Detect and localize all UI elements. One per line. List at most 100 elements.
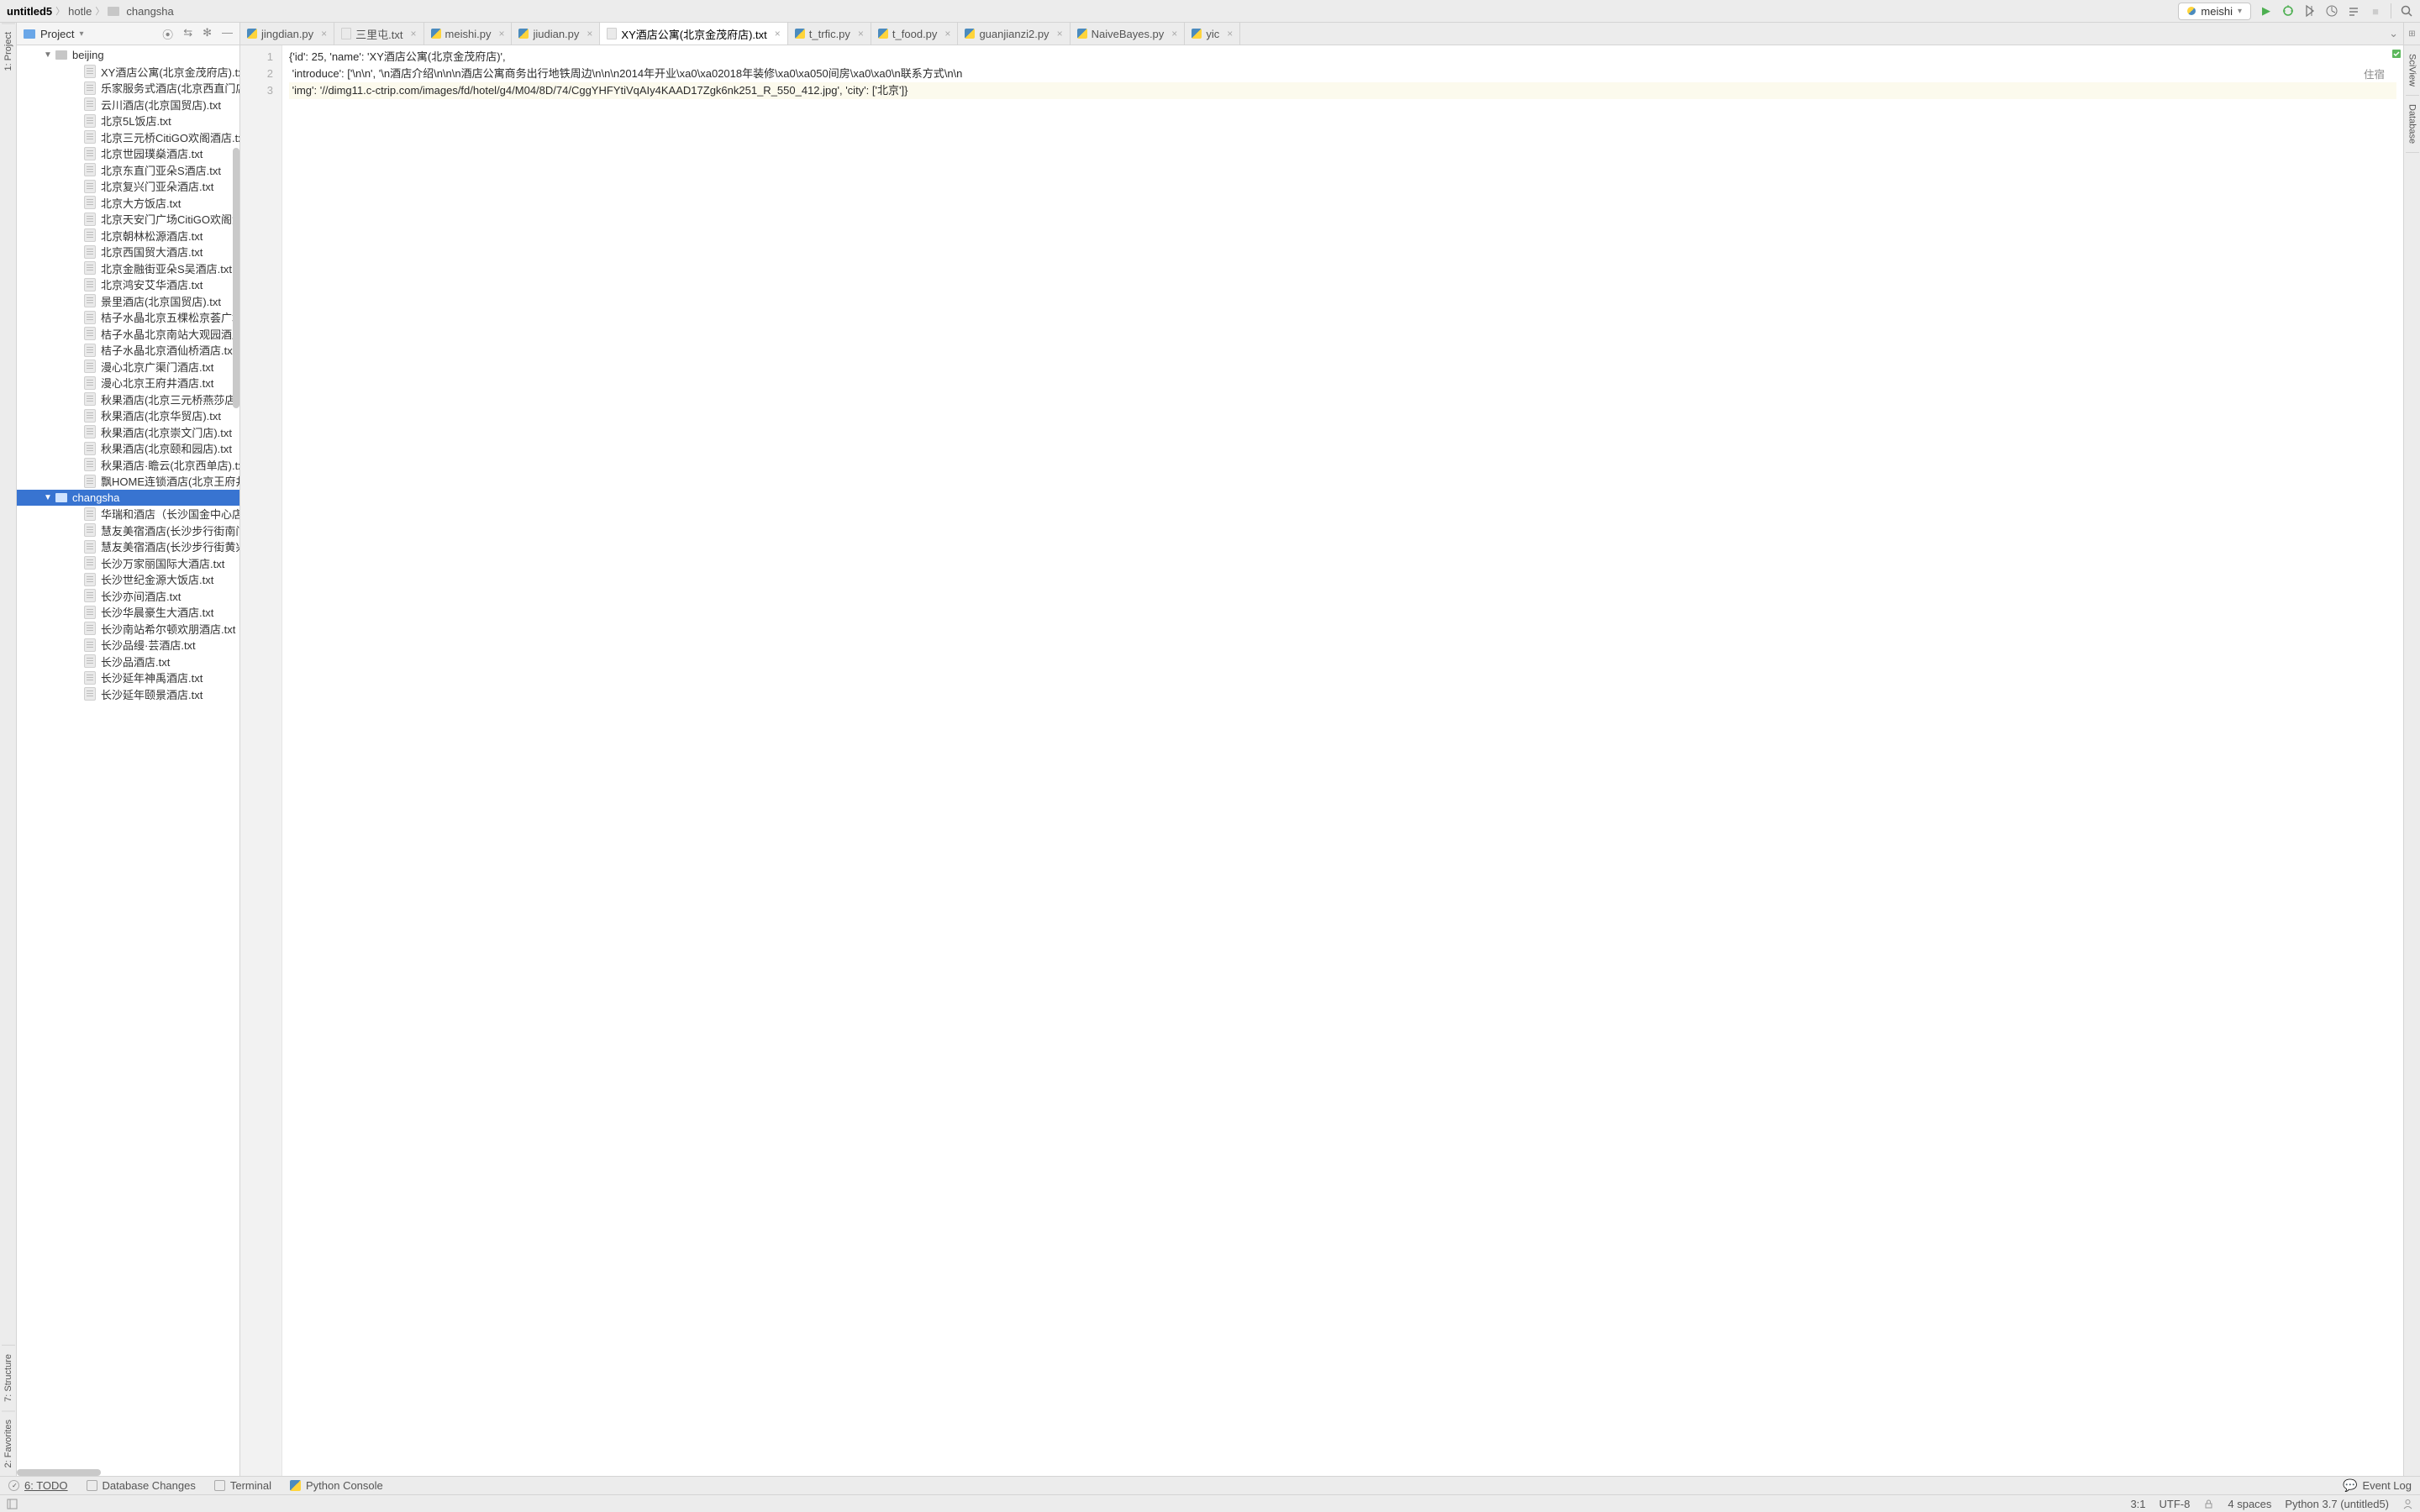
- editor-tab[interactable]: jingdian.py×: [240, 23, 334, 45]
- tree-file[interactable]: XY酒店公寓(北京金茂府店).txt: [17, 64, 239, 81]
- lock-icon[interactable]: [2203, 1499, 2214, 1509]
- tree-file[interactable]: 桔子水晶北京五棵松京荟广场酒店.txt: [17, 309, 239, 326]
- tree-file[interactable]: 北京鸿安艾华酒店.txt: [17, 276, 239, 293]
- breadcrumb-item[interactable]: changsha: [126, 5, 173, 18]
- editor-tab[interactable]: XY酒店公寓(北京金茂府店).txt×: [600, 23, 787, 45]
- close-icon[interactable]: ×: [498, 28, 504, 39]
- tree-file[interactable]: 长沙万家丽国际大酒店.txt: [17, 555, 239, 572]
- tree-folder-changsha[interactable]: ▼changsha: [17, 490, 239, 507]
- terminal-tool-button[interactable]: Terminal: [214, 1479, 271, 1492]
- tree-file[interactable]: 北京大方饭店.txt: [17, 195, 239, 212]
- python-interpreter[interactable]: Python 3.7 (untitled5): [2285, 1498, 2389, 1510]
- close-icon[interactable]: ×: [1227, 28, 1233, 39]
- tabs-overflow[interactable]: ⌄: [2384, 23, 2403, 45]
- tree-file[interactable]: 北京世园璞燊酒店.txt: [17, 145, 239, 162]
- tree-file[interactable]: 漫心北京广渠门酒店.txt: [17, 359, 239, 375]
- tree-file[interactable]: 长沙品酒店.txt: [17, 654, 239, 670]
- editor-tab[interactable]: jiudian.py×: [512, 23, 600, 45]
- favorites-tool-button[interactable]: 2: Favorites: [2, 1410, 15, 1476]
- editor-tab[interactable]: t_trfic.py×: [788, 23, 871, 45]
- tree-file[interactable]: 北京复兴门亚朵酒店.txt: [17, 178, 239, 195]
- database-tool-button[interactable]: Database: [2406, 96, 2419, 153]
- tree-file[interactable]: 长沙延年颐景酒店.txt: [17, 686, 239, 703]
- tree-file[interactable]: 秋果酒店(北京三元桥燕莎店).txt: [17, 391, 239, 408]
- close-icon[interactable]: ×: [775, 28, 781, 39]
- editor-tab[interactable]: NaiveBayes.py×: [1071, 23, 1186, 45]
- tree-file[interactable]: 秋果酒店(北京颐和园店).txt: [17, 440, 239, 457]
- code-area[interactable]: {'id': 25, 'name': 'XY酒店公寓(北京金茂府店)', 'in…: [282, 45, 2403, 1476]
- editor-tab[interactable]: yic×: [1185, 23, 1240, 45]
- profile-icon[interactable]: [2325, 4, 2338, 18]
- grid-icon[interactable]: ⊞: [2408, 29, 2415, 39]
- tree-file[interactable]: 北京东直门亚朵S酒店.txt: [17, 162, 239, 179]
- file-encoding[interactable]: UTF-8: [2160, 1498, 2191, 1510]
- editor-tab[interactable]: meishi.py×: [424, 23, 513, 45]
- tree-file[interactable]: 长沙品缦·芸酒店.txt: [17, 637, 239, 654]
- tree-file[interactable]: 桔子水晶北京南站大观园酒店.txt: [17, 326, 239, 343]
- tree-file[interactable]: 北京金融街亚朵S吴酒店.txt: [17, 260, 239, 277]
- db-changes-tool-button[interactable]: Database Changes: [87, 1479, 196, 1492]
- scrollbar-thumb[interactable]: [233, 148, 239, 408]
- breadcrumb-item[interactable]: hotle: [68, 5, 92, 18]
- gear-icon[interactable]: ✻: [203, 26, 212, 42]
- horizontal-scrollbar-thumb[interactable]: [17, 1469, 101, 1476]
- run-configuration-select[interactable]: meishi ▾: [2178, 3, 2251, 20]
- tree-file[interactable]: 桔子水晶北京酒仙桥酒店.txt: [17, 342, 239, 359]
- close-icon[interactable]: ×: [411, 28, 417, 39]
- tree-file[interactable]: 慧友美宿酒店(长沙步行街黄兴广场店).txt: [17, 538, 239, 555]
- tree-file[interactable]: 乐家服务式酒店(北京西直门店).txt: [17, 80, 239, 97]
- close-icon[interactable]: ×: [944, 28, 950, 39]
- tree-file[interactable]: 秋果酒店(北京崇文门店).txt: [17, 424, 239, 441]
- debug-icon[interactable]: [2281, 4, 2295, 18]
- run-icon[interactable]: ▶: [2260, 4, 2273, 18]
- tree-file[interactable]: 慧友美宿酒店(长沙步行街南门口地铁站店).txt: [17, 522, 239, 539]
- search-icon[interactable]: [2400, 4, 2413, 18]
- tree-file[interactable]: 长沙延年神禹酒店.txt: [17, 669, 239, 686]
- project-tool-button[interactable]: 1: Project: [2, 23, 15, 79]
- inspection-indicator-icon[interactable]: [2391, 49, 2402, 59]
- tree-file[interactable]: 飘HOME连锁酒店(北京王府井步行街店).txt: [17, 473, 239, 490]
- close-icon[interactable]: ×: [587, 28, 592, 39]
- close-icon[interactable]: ×: [858, 28, 864, 39]
- tree-file[interactable]: 秋果酒店(北京华贸店).txt: [17, 407, 239, 424]
- sciview-tool-button[interactable]: SciView: [2406, 45, 2419, 96]
- hide-icon[interactable]: —: [222, 26, 233, 42]
- tree-folder-beijing[interactable]: ▼beijing: [17, 47, 239, 64]
- tree-file[interactable]: 漫心北京王府井酒店.txt: [17, 375, 239, 391]
- tree-file[interactable]: 北京5L饭店.txt: [17, 113, 239, 129]
- tree-file[interactable]: 北京朝林松源酒店.txt: [17, 228, 239, 244]
- event-log-tool-button[interactable]: 💬 Event Log: [2343, 1478, 2412, 1493]
- tree-file[interactable]: 秋果酒店·瞻云(北京西单店).txt: [17, 457, 239, 474]
- tree-file[interactable]: 北京天安门广场CitiGO欢阁酒店.txt: [17, 211, 239, 228]
- chevron-down-icon[interactable]: ▾: [79, 29, 83, 39]
- structure-tool-button[interactable]: 7: Structure: [2, 1345, 15, 1410]
- tree-file[interactable]: 北京三元桥CitiGO欢阁酒店.txt: [17, 129, 239, 146]
- caret-position[interactable]: 3:1: [2130, 1498, 2145, 1510]
- hector-icon[interactable]: [2402, 1499, 2413, 1509]
- collapse-icon[interactable]: ⇆: [183, 26, 192, 42]
- locate-icon[interactable]: ⦿: [162, 26, 173, 42]
- close-icon[interactable]: ×: [321, 28, 327, 39]
- tree-file[interactable]: 北京西国贸大酒店.txt: [17, 244, 239, 260]
- editor-tab[interactable]: 三里屯.txt×: [334, 23, 424, 45]
- close-icon[interactable]: ×: [1057, 28, 1063, 39]
- python-console-tool-button[interactable]: Python Console: [290, 1479, 383, 1492]
- tree-file[interactable]: 长沙南站希尔顿欢朋酒店.txt: [17, 621, 239, 638]
- editor[interactable]: 123 {'id': 25, 'name': 'XY酒店公寓(北京金茂府店)',…: [240, 45, 2403, 1476]
- tree-file[interactable]: 云川酒店(北京国贸店).txt: [17, 97, 239, 113]
- tree-file[interactable]: 长沙华晨豪生大酒店.txt: [17, 604, 239, 621]
- tree-file[interactable]: 华瑞和酒店（长沙国金中心店）.txt: [17, 506, 239, 522]
- tree-file[interactable]: 长沙亦间酒店.txt: [17, 588, 239, 605]
- indent-settings[interactable]: 4 spaces: [2228, 1498, 2271, 1510]
- tree-file[interactable]: 景里酒店(北京国贸店).txt: [17, 293, 239, 310]
- tool-windows-icon[interactable]: [7, 1499, 18, 1509]
- run-coverage-icon[interactable]: [2303, 4, 2317, 18]
- breadcrumb-root[interactable]: untitled5: [7, 5, 52, 18]
- project-tree[interactable]: ▼beijingXY酒店公寓(北京金茂府店).txt乐家服务式酒店(北京西直门店…: [17, 45, 239, 1476]
- editor-tab[interactable]: t_food.py×: [871, 23, 959, 45]
- todo-tool-button[interactable]: ✓ 6: TODO: [8, 1479, 68, 1492]
- attach-icon[interactable]: [2347, 4, 2360, 18]
- close-icon[interactable]: ×: [1171, 28, 1177, 39]
- editor-tab[interactable]: guanjianzi2.py×: [958, 23, 1070, 45]
- tree-file[interactable]: 长沙世纪金源大饭店.txt: [17, 571, 239, 588]
